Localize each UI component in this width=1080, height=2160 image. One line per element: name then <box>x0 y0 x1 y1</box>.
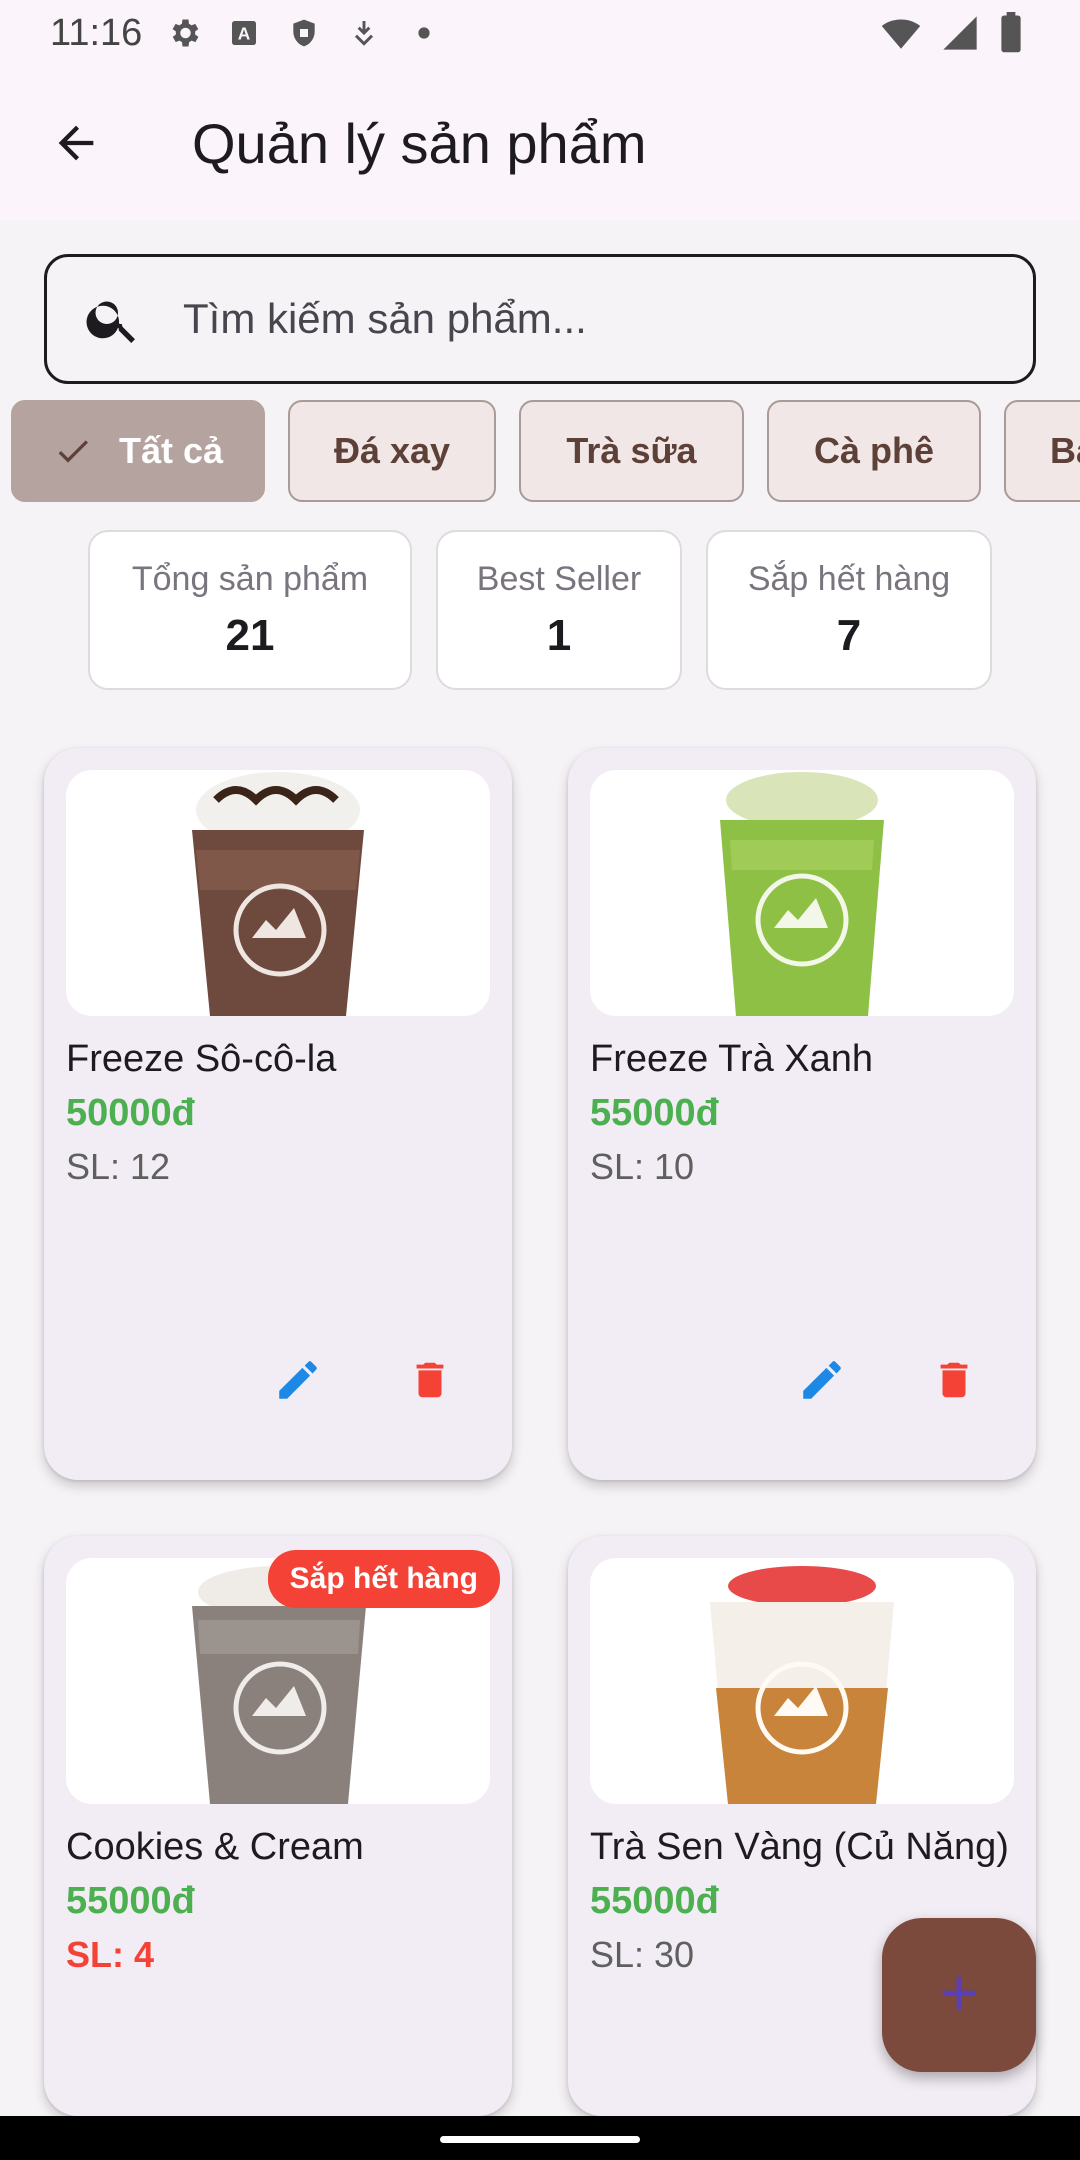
low-stock-badge: Sắp hết hàng <box>267 1550 500 1608</box>
stat-label: Best Seller <box>476 559 642 598</box>
plus-icon <box>931 1965 987 2026</box>
stat-label: Tổng sản phẩm <box>131 559 369 598</box>
product-card[interactable]: Freeze Trà Xanh 55000đ SL: 10 <box>568 748 1036 1480</box>
chip-da-xay[interactable]: Đá xay <box>288 400 496 502</box>
svg-text:A: A <box>238 24 251 44</box>
app-bar: Quản lý sản phẩm <box>0 66 1080 220</box>
a-box-icon: A <box>224 13 264 53</box>
edit-icon[interactable] <box>266 1348 330 1412</box>
dot-icon <box>404 13 444 53</box>
search-icon <box>83 289 143 349</box>
product-name: Freeze Sô-cô-la <box>66 1038 337 1080</box>
shield-icon <box>284 13 324 53</box>
chip-label: Cà phê <box>813 430 935 471</box>
wifi-icon <box>880 12 922 64</box>
chip-label: Trà sữa <box>566 430 697 471</box>
product-image <box>590 770 1014 1016</box>
stat-value: 1 <box>546 610 572 660</box>
download-icon <box>344 13 384 53</box>
status-bar: 11:16 A <box>0 0 1080 66</box>
navigation-bar <box>0 2116 1080 2160</box>
add-product-button[interactable] <box>882 1918 1036 2072</box>
product-name: Cookies & Cream <box>66 1826 364 1868</box>
stat-total-products: Tổng sản phẩm 21 <box>88 530 412 690</box>
arrow-back-icon[interactable] <box>44 111 108 175</box>
product-name: Trà Sen Vàng (Củ Năng) <box>590 1826 1009 1868</box>
category-filter-row: Tất cả Đá xay Trà sữa Cà phê Ba <box>11 400 1080 502</box>
check-icon <box>53 431 93 471</box>
home-handle[interactable] <box>440 2136 640 2143</box>
delete-icon[interactable] <box>398 1348 462 1412</box>
product-name: Freeze Trà Xanh <box>590 1038 874 1080</box>
chip-label: Tất cả <box>118 430 224 471</box>
delete-icon[interactable] <box>922 1348 986 1412</box>
chip-tra-sua[interactable]: Trà sữa <box>519 400 744 502</box>
product-card[interactable]: Freeze Sô-cô-la 50000đ SL: 12 <box>44 748 512 1480</box>
chip-label: Ba <box>1050 430 1080 471</box>
product-price: 50000đ <box>66 1092 195 1134</box>
search-box[interactable] <box>44 254 1036 384</box>
product-card[interactable]: Sắp hết hàng Cookies & Cream 55000đ SL: … <box>44 1536 512 2116</box>
page-title: Quản lý sản phẩm <box>192 111 647 175</box>
stat-value: 7 <box>836 610 862 660</box>
product-price: 55000đ <box>66 1880 195 1922</box>
status-time: 11:16 <box>50 11 143 54</box>
stat-value: 21 <box>225 610 275 660</box>
product-price: 55000đ <box>590 1880 719 1922</box>
chip-ba[interactable]: Ba <box>1004 400 1080 502</box>
stat-label: Sắp hết hàng <box>747 559 951 598</box>
product-quantity: SL: 30 <box>590 1934 695 1975</box>
search-input[interactable] <box>183 295 983 343</box>
product-quantity: SL: 10 <box>590 1146 695 1187</box>
product-quantity: SL: 12 <box>66 1146 171 1187</box>
edit-icon[interactable] <box>790 1348 854 1412</box>
chip-ca-phe[interactable]: Cà phê <box>767 400 981 502</box>
signal-icon <box>940 12 980 64</box>
battery-icon <box>998 12 1024 64</box>
gear-icon <box>164 13 204 53</box>
product-quantity: SL: 4 <box>66 1934 155 1975</box>
stat-best-seller: Best Seller 1 <box>436 530 682 690</box>
chip-tat-ca[interactable]: Tất cả <box>11 400 265 502</box>
product-price: 55000đ <box>590 1092 719 1134</box>
stat-low-stock: Sắp hết hàng 7 <box>706 530 992 690</box>
chip-label: Đá xay <box>333 430 451 471</box>
product-image <box>590 1558 1014 1804</box>
product-image <box>66 770 490 1016</box>
